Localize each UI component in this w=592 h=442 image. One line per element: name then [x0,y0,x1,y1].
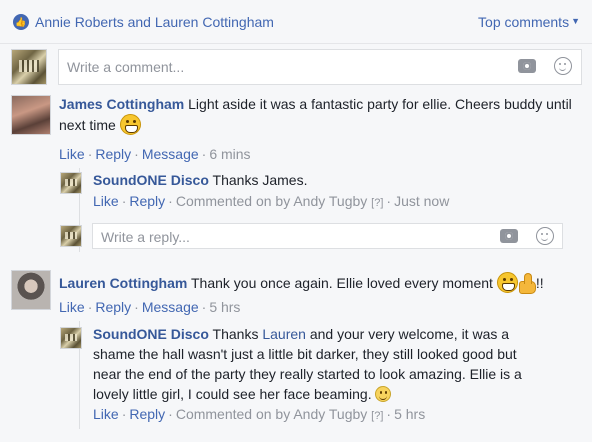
grin-emoji [119,114,141,135]
message-link[interactable]: Message [142,299,199,315]
comment-body: Lauren Cottingham Thank you once again. … [59,272,589,294]
reply-text-before: Thanks [212,326,259,342]
emoji-smile-icon[interactable] [554,57,572,75]
like-link[interactable]: Like [93,406,119,422]
reply-input[interactable]: Write a reply... [92,223,563,249]
comment-author[interactable]: Lauren Cottingham [59,275,187,291]
camera-icon[interactable] [500,229,518,243]
comment-body: James Cottingham Light aside it was a fa… [59,94,579,135]
reply-text: Thanks James. [212,172,308,188]
reply-link[interactable]: Reply [95,146,131,162]
camera-icon[interactable] [518,59,536,73]
current-user-avatar [11,49,47,85]
comment-timestamp[interactable]: 5 hrs [209,299,240,315]
reply-author[interactable]: SoundONE Disco [93,172,209,188]
help-link[interactable]: [?] [371,197,383,209]
smile-emoji [375,386,392,402]
avatar[interactable] [60,327,82,349]
reply-body: SoundONE Disco Thanks Lauren and your ve… [93,324,548,404]
current-user-avatar [60,225,82,247]
reply-link[interactable]: Reply [129,406,165,422]
reactions-bar: 👍 Annie Roberts and Lauren Cottingham To… [0,0,592,44]
reply-link[interactable]: Reply [129,193,165,209]
comment-sort-label: Top comments [478,14,570,30]
emoji-smile-icon[interactable] [536,227,554,245]
comment-timestamp[interactable]: 6 mins [209,146,250,162]
thumbs-up-emoji [518,273,536,294]
reply-timestamp[interactable]: 5 hrs [394,406,425,422]
like-link[interactable]: Like [93,193,119,209]
reply-actions: Like · Reply · Commented on by Andy Tugby [?… [93,193,450,209]
message-link[interactable]: Message [142,146,199,162]
like-link[interactable]: Like [59,299,85,315]
avatar[interactable] [11,95,51,135]
comment-input[interactable]: Write a comment... [58,49,582,85]
like-thumb-icon: 👍 [13,14,29,30]
commented-by-text: Commented on by Andy Tugby [175,193,368,209]
reply-input-placeholder: Write a reply... [101,229,190,245]
reply-author[interactable]: SoundONE Disco [93,326,209,342]
like-link[interactable]: Like [59,146,85,162]
reply-actions: Like · Reply · Commented on by Andy Tugby [?… [93,406,426,422]
mention-link[interactable]: Lauren [262,326,306,342]
commented-by-text: Commented on by Andy Tugby [175,406,368,422]
comment-sort-dropdown[interactable]: Top comments ▼ [478,14,580,30]
help-link[interactable]: [?] [371,410,383,422]
reply-timestamp[interactable]: Just now [394,193,449,209]
comment-actions: Like · Reply · Message · 6 mins [59,146,251,162]
comment-author[interactable]: James Cottingham [59,96,184,112]
comment-actions: Like · Reply · Message · 5 hrs [59,299,241,315]
reply-body: SoundONE Disco Thanks James. [93,170,573,190]
chevron-down-icon: ▼ [571,16,580,26]
avatar[interactable] [60,172,82,194]
grin-emoji [496,272,518,293]
reply-link[interactable]: Reply [95,299,131,315]
comment-text-suffix: !! [535,275,544,291]
comment-input-placeholder: Write a comment... [67,59,185,75]
comment-text: Thank you once again. Ellie loved every … [190,275,493,291]
avatar[interactable] [11,270,51,310]
likers-names[interactable]: Annie Roberts and Lauren Cottingham [35,14,274,30]
